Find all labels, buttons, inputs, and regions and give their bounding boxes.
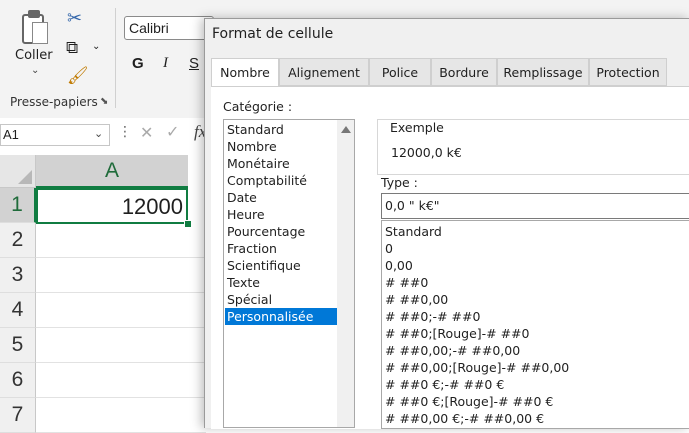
enter-check-icon[interactable]: ✓ xyxy=(166,122,179,141)
format-code-item[interactable]: 0 xyxy=(385,240,393,257)
tab-police[interactable]: Police xyxy=(369,58,431,86)
grid-cell[interactable] xyxy=(36,223,206,258)
cancel-x-icon[interactable]: ✕ xyxy=(140,123,153,142)
row-header[interactable]: 5 xyxy=(0,328,36,363)
cut-scissors-icon[interactable]: ✂ xyxy=(67,8,82,29)
bold-button[interactable]: G xyxy=(132,55,144,72)
tab-nombre[interactable]: Nombre xyxy=(211,58,279,88)
category-label: Catégorie : xyxy=(223,99,293,114)
cell-a1[interactable]: 12000 xyxy=(36,188,188,224)
grid-cell[interactable] xyxy=(36,398,206,433)
nombre-tab-panel: Catégorie : Standard Nombre Monétaire Co… xyxy=(211,86,689,429)
tab-remplissage[interactable]: Remplissage xyxy=(497,58,589,86)
category-item[interactable]: Texte xyxy=(225,274,345,291)
row-header[interactable]: 3 xyxy=(0,258,36,293)
tab-protection[interactable]: Protection xyxy=(589,58,667,86)
grid-cell[interactable] xyxy=(36,258,206,293)
category-scrollbar[interactable] xyxy=(337,120,354,427)
clipboard-group-label: Presse-papiers xyxy=(10,95,98,109)
type-input[interactable]: 0,0 " k€" xyxy=(381,193,689,219)
row-header[interactable]: 1 xyxy=(0,188,36,223)
format-code-item[interactable]: Standard xyxy=(385,223,442,240)
select-all-corner[interactable] xyxy=(0,155,36,188)
category-item[interactable]: Spécial xyxy=(225,291,345,308)
row-header[interactable]: 2 xyxy=(0,223,36,258)
paste-clipboard-icon[interactable] xyxy=(20,10,50,46)
column-header-a[interactable]: A xyxy=(36,155,188,188)
font-name-input[interactable]: Calibri xyxy=(124,16,214,40)
format-code-item[interactable]: # ##0 €;[Rouge]-# ##0 € xyxy=(385,393,553,410)
dialog-launcher-icon[interactable]: ⬊ xyxy=(100,96,108,107)
format-code-item[interactable]: # ##0 €;-# ##0 € xyxy=(385,376,504,393)
sample-label: Exemple xyxy=(387,120,447,135)
category-item[interactable]: Standard xyxy=(225,121,345,138)
category-item[interactable]: Nombre xyxy=(225,138,345,155)
dialog-tabs: Nombre Alignement Police Bordure Remplis… xyxy=(211,58,689,88)
paste-dropdown-chevron-icon[interactable]: ⌄ xyxy=(31,65,39,76)
format-code-item[interactable]: # ##0;[Rouge]-# ##0 xyxy=(385,325,530,342)
underline-button[interactable]: S xyxy=(189,55,199,72)
format-code-item[interactable]: # ##0;-# ##0 xyxy=(385,308,480,325)
category-item[interactable]: Pourcentage xyxy=(225,223,345,240)
sample-value: 12000,0 k€ xyxy=(391,145,462,160)
row-header[interactable]: 4 xyxy=(0,293,36,328)
category-item[interactable]: Fraction xyxy=(225,240,345,257)
format-painter-brush-icon[interactable]: 🖌 xyxy=(67,66,89,86)
category-list[interactable]: Standard Nombre Monétaire Comptabilité D… xyxy=(223,119,355,428)
format-code-item[interactable]: # ##0,00;-# ##0,00 xyxy=(385,342,520,359)
tab-alignement[interactable]: Alignement xyxy=(279,58,369,86)
format-code-list[interactable]: Standard 0 0,00 # ##0 # ##0,00 # ##0;-# … xyxy=(381,220,689,429)
row-header[interactable]: 6 xyxy=(0,363,36,398)
row-header[interactable]: 7 xyxy=(0,398,36,433)
category-item[interactable]: Monétaire xyxy=(225,155,345,172)
more-options-icon[interactable]: ⋮ xyxy=(118,124,132,140)
dialog-title: Format de cellule xyxy=(212,26,334,42)
category-item[interactable]: Comptabilité xyxy=(225,172,345,189)
grid-cell[interactable] xyxy=(36,293,206,328)
format-code-item[interactable]: 0,00 xyxy=(385,257,413,274)
format-cells-dialog: Format de cellule Nombre Alignement Poli… xyxy=(204,18,689,429)
category-item[interactable]: Date xyxy=(225,189,345,206)
fill-handle[interactable] xyxy=(184,220,192,228)
tab-bordure[interactable]: Bordure xyxy=(431,58,497,86)
format-code-item[interactable]: # ##0,00 xyxy=(385,291,448,308)
category-item[interactable]: Scientifique xyxy=(225,257,345,274)
category-item[interactable]: Heure xyxy=(225,206,345,223)
format-code-item[interactable]: # ##0,00 €;-# ##0,00 € xyxy=(385,410,544,427)
ribbon-separator xyxy=(115,8,116,108)
type-label: Type : xyxy=(381,175,418,190)
grid-cell[interactable] xyxy=(36,328,206,363)
italic-button[interactable]: I xyxy=(163,55,168,72)
paste-button-label[interactable]: Coller xyxy=(15,48,53,63)
copy-dropdown-chevron-icon[interactable]: ⌄ xyxy=(92,41,100,52)
grid-cell[interactable] xyxy=(36,363,206,398)
category-item-selected[interactable]: Personnalisée xyxy=(225,308,345,325)
scroll-up-arrow-icon[interactable] xyxy=(341,126,351,133)
copy-icon[interactable]: ⧉ xyxy=(66,38,78,58)
name-box-chevron-icon[interactable]: ⌄ xyxy=(94,127,103,140)
format-code-item[interactable]: # ##0 xyxy=(385,274,428,291)
format-code-item[interactable]: # ##0,00;[Rouge]-# ##0,00 xyxy=(385,359,569,376)
